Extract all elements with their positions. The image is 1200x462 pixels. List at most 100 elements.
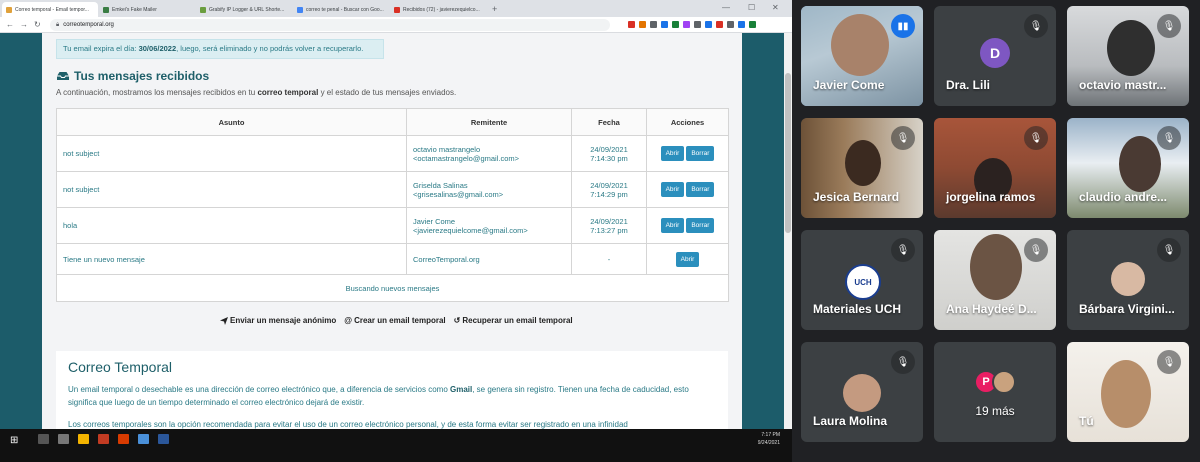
address-bar: ← → ↻ 🔒︎ correotemporal.org xyxy=(0,17,792,33)
table-row: hola Javier Come <javierezequielcome@gmai… xyxy=(56,207,729,244)
reload-icon[interactable]: ↻ xyxy=(34,20,41,30)
table-header-row: Asunto Remitente Fecha Acciones xyxy=(56,108,729,136)
open-button[interactable]: Abrir xyxy=(675,251,700,267)
url-field[interactable]: 🔒︎ correotemporal.org xyxy=(50,19,610,31)
search-icon[interactable] xyxy=(38,434,49,444)
participant-tile[interactable]: UCH 🎙︎ Materiales UCH xyxy=(801,230,923,330)
participant-tile[interactable]: 🎙︎ Laura Molina xyxy=(801,342,923,442)
participant-figure xyxy=(845,140,881,186)
open-button[interactable]: Abrir xyxy=(660,182,685,197)
app-icon[interactable] xyxy=(98,434,109,444)
participant-tile[interactable]: D 🎙︎ Dra. Lili xyxy=(934,6,1056,106)
participant-tile[interactable]: 🎙︎ octavio mastr... xyxy=(1067,6,1189,106)
participant-figure xyxy=(831,14,889,76)
inbox-title: Tus mensajes recibidos xyxy=(56,69,209,83)
scrollbar-thumb[interactable] xyxy=(785,73,791,233)
app-icon[interactable] xyxy=(138,434,149,444)
searching-status: Buscando nuevos mensajes xyxy=(56,274,729,302)
inbox-title-text: Tus mensajes recibidos xyxy=(74,69,210,83)
task-view-icon[interactable] xyxy=(58,434,69,444)
extension-icon[interactable] xyxy=(672,21,679,28)
extension-icon[interactable] xyxy=(639,21,646,28)
extension-icon[interactable] xyxy=(749,21,756,28)
browser-tab-grabify[interactable]: Grabify IP Logger & URL Shorte... xyxy=(196,2,292,17)
speaking-indicator-icon: ▮▮ xyxy=(891,14,915,38)
open-button[interactable]: Abrir xyxy=(660,218,685,233)
participant-avatar xyxy=(843,374,881,412)
extension-icon[interactable] xyxy=(694,21,701,28)
extension-icon[interactable] xyxy=(650,21,657,28)
page-content: Tu email expira el día: 30/06/2022, lueg… xyxy=(42,33,742,429)
participant-tile[interactable]: 🎙︎ claudio andre... xyxy=(1067,118,1189,218)
send-icon xyxy=(220,316,228,325)
browser-tab-google-search[interactable]: correo te penal - Buscar con Goo... xyxy=(293,2,389,17)
message-subject[interactable]: hola xyxy=(56,207,407,244)
participant-figure xyxy=(1101,360,1151,428)
lock-icon: 🔒︎ xyxy=(56,22,60,28)
file-explorer-icon[interactable] xyxy=(78,434,89,444)
info-section: Correo Temporal Un email temporal o dese… xyxy=(56,351,728,429)
delete-button[interactable]: Borrar xyxy=(686,146,715,161)
message-subject[interactable]: not subject xyxy=(56,171,407,208)
participant-name: jorgelina ramos xyxy=(946,190,1036,204)
browser-tab-correo-temporal[interactable]: Correo temporal - Email tempor... xyxy=(2,2,98,17)
more-participants-tile[interactable]: P 19 más xyxy=(934,342,1056,442)
at-icon: @ xyxy=(344,316,353,325)
maximize-icon[interactable]: ☐ xyxy=(748,3,755,12)
message-subject[interactable]: Tiene un nuevo mensaje xyxy=(56,243,407,275)
message-actions: Abrir Borrar xyxy=(646,171,729,208)
back-icon[interactable]: ← xyxy=(6,20,14,30)
send-anonymous-link[interactable]: Enviar un mensaje anónimo xyxy=(220,316,336,325)
create-email-link[interactable]: @ Crear un email temporal xyxy=(344,316,445,325)
table-row: Tiene un nuevo mensaje CorreoTemporal.or… xyxy=(56,243,729,275)
participant-tile[interactable]: 🎙︎ Jesica Bernard xyxy=(801,118,923,218)
extension-icon[interactable] xyxy=(705,21,712,28)
windows-taskbar: ⊞ 7:17 PM 9/24/2021 xyxy=(0,429,792,462)
message-sender: CorreoTemporal.org xyxy=(406,243,572,275)
powerpoint-icon[interactable] xyxy=(118,434,129,444)
more-participants-count: 19 más xyxy=(975,404,1015,418)
new-tab-button[interactable]: + xyxy=(487,2,502,17)
desc-bold: correo temporal xyxy=(257,88,319,97)
desc-text: y el estado de tus mensajes enviados. xyxy=(318,88,457,97)
extension-icon[interactable] xyxy=(727,21,734,28)
delete-button[interactable]: Borrar xyxy=(686,218,715,233)
word-icon[interactable] xyxy=(158,434,169,444)
taskbar-clock[interactable]: 7:17 PM 9/24/2021 xyxy=(758,431,780,447)
stage: Correo temporal - Email tempor... Emkei'… xyxy=(0,0,1200,462)
recover-email-link[interactable]: ↺ Recuperar un email temporal xyxy=(454,316,573,325)
messages-table: Asunto Remitente Fecha Acciones not subj… xyxy=(56,108,729,302)
open-button[interactable]: Abrir xyxy=(660,146,685,161)
info-paragraph: Los correos temporales son la opción rec… xyxy=(68,420,628,429)
participant-tile[interactable]: 🎙︎ Bárbara Virgini... xyxy=(1067,230,1189,330)
participant-tile[interactable]: ▮▮ Javier Come xyxy=(801,6,923,106)
extension-icon[interactable] xyxy=(628,21,635,28)
mic-muted-icon: 🎙︎ xyxy=(891,126,915,150)
expiry-alert: Tu email expira el día: 30/06/2022, lueg… xyxy=(56,39,384,59)
participant-name: claudio andre... xyxy=(1079,190,1168,204)
participant-tile[interactable]: 🎙︎ Ana Haydeé D... xyxy=(934,230,1056,330)
message-sender: Javier Come <javierezequielcome@gmail.com… xyxy=(406,207,572,244)
tab-favicon xyxy=(394,6,400,13)
extension-icon[interactable] xyxy=(738,21,745,28)
extension-icon[interactable] xyxy=(661,21,668,28)
browser-tab-gmail[interactable]: Recibidos (72) - javierezequielco... xyxy=(390,2,486,17)
browser-tab-fake-mailer[interactable]: Emkei's Fake Mailer xyxy=(99,2,195,17)
windows-start-icon[interactable]: ⊞ xyxy=(10,435,18,446)
sender-name: octavio mastrangelo xyxy=(413,144,481,154)
minimize-icon[interactable]: — xyxy=(722,3,730,12)
extension-icon[interactable] xyxy=(683,21,690,28)
self-tile[interactable]: 🎙︎ Tú xyxy=(1067,342,1189,442)
delete-button[interactable]: Borrar xyxy=(686,182,715,197)
participant-tile[interactable]: 🎙︎ jorgelina ramos xyxy=(934,118,1056,218)
tab-label: Emkei's Fake Mailer xyxy=(112,6,157,13)
extension-icon[interactable] xyxy=(716,21,723,28)
link-label: Recuperar un email temporal xyxy=(462,316,573,325)
page-scrollbar[interactable] xyxy=(784,33,792,429)
participant-avatar xyxy=(992,370,1016,394)
close-window-icon[interactable]: ✕ xyxy=(772,3,779,12)
web-page: Tu email expira el día: 30/06/2022, lueg… xyxy=(0,33,792,429)
forward-icon[interactable]: → xyxy=(20,20,28,30)
message-date: 24/09/2021 7:14:30 pm xyxy=(571,135,647,172)
message-subject[interactable]: not subject xyxy=(56,135,407,172)
